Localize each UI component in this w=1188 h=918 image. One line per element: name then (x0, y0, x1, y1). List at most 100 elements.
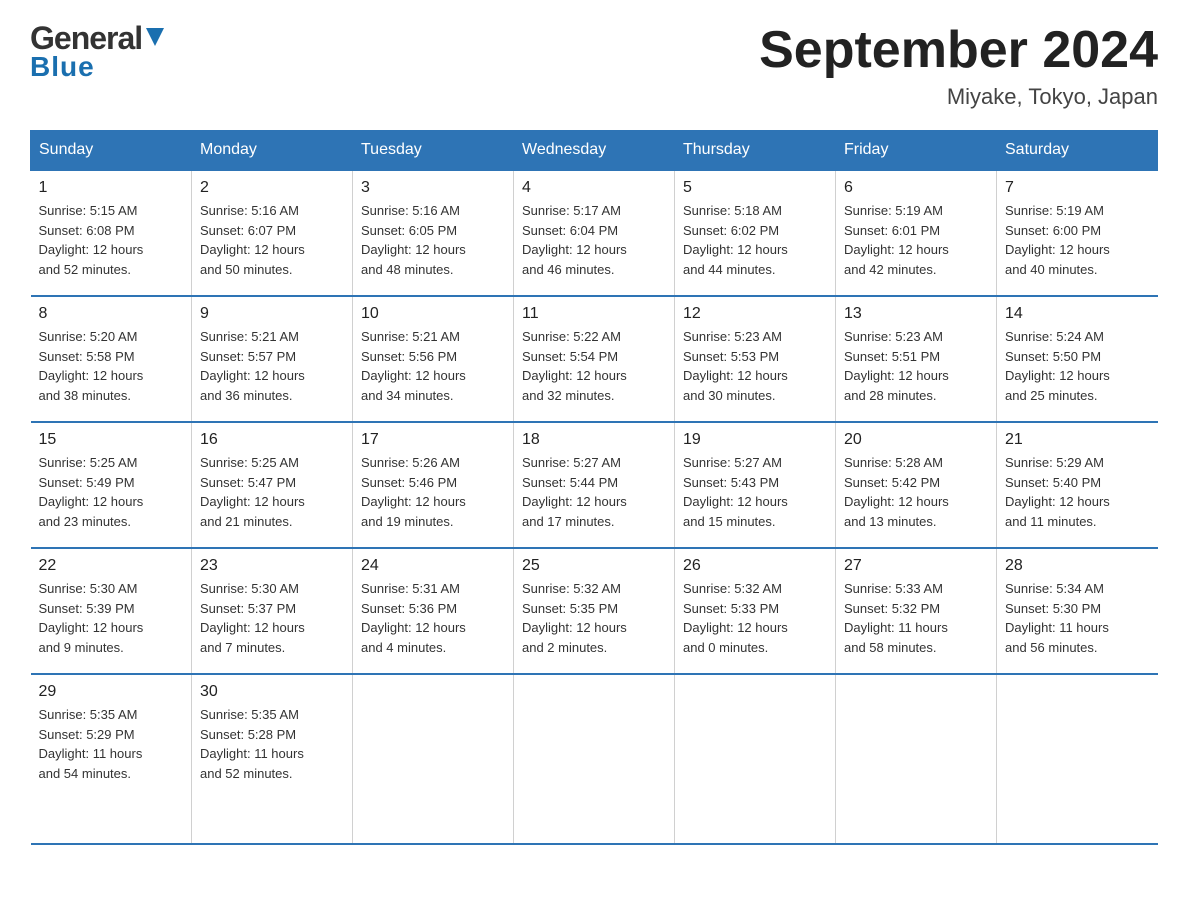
calendar-week-row: 29 Sunrise: 5:35 AM Sunset: 5:29 PM Dayli… (31, 674, 1158, 844)
day-info: Sunrise: 5:32 AM Sunset: 5:35 PM Dayligh… (522, 579, 666, 657)
calendar-cell (353, 674, 514, 844)
calendar-cell: 29 Sunrise: 5:35 AM Sunset: 5:29 PM Dayli… (31, 674, 192, 844)
calendar-subtitle: Miyake, Tokyo, Japan (759, 84, 1158, 110)
calendar-cell: 22 Sunrise: 5:30 AM Sunset: 5:39 PM Dayli… (31, 548, 192, 674)
logo: General Blue (30, 20, 166, 83)
day-info: Sunrise: 5:27 AM Sunset: 5:43 PM Dayligh… (683, 453, 827, 531)
header-thursday: Thursday (675, 131, 836, 171)
day-number: 11 (522, 305, 666, 323)
title-block: September 2024 Miyake, Tokyo, Japan (759, 20, 1158, 110)
day-number: 14 (1005, 305, 1150, 323)
day-info: Sunrise: 5:29 AM Sunset: 5:40 PM Dayligh… (1005, 453, 1150, 531)
calendar-cell: 30 Sunrise: 5:35 AM Sunset: 5:28 PM Dayli… (192, 674, 353, 844)
day-info: Sunrise: 5:35 AM Sunset: 5:29 PM Dayligh… (39, 705, 184, 783)
day-number: 7 (1005, 179, 1150, 197)
day-info: Sunrise: 5:16 AM Sunset: 6:07 PM Dayligh… (200, 201, 344, 279)
calendar-header-row: Sunday Monday Tuesday Wednesday Thursday… (31, 131, 1158, 171)
day-number: 5 (683, 179, 827, 197)
calendar-week-row: 8 Sunrise: 5:20 AM Sunset: 5:58 PM Daylig… (31, 296, 1158, 422)
day-number: 3 (361, 179, 505, 197)
calendar-cell: 25 Sunrise: 5:32 AM Sunset: 5:35 PM Dayli… (514, 548, 675, 674)
day-number: 24 (361, 557, 505, 575)
day-info: Sunrise: 5:21 AM Sunset: 5:56 PM Dayligh… (361, 327, 505, 405)
calendar-cell (514, 674, 675, 844)
calendar-cell: 24 Sunrise: 5:31 AM Sunset: 5:36 PM Dayli… (353, 548, 514, 674)
day-number: 9 (200, 305, 344, 323)
day-number: 20 (844, 431, 988, 449)
day-info: Sunrise: 5:25 AM Sunset: 5:47 PM Dayligh… (200, 453, 344, 531)
calendar-cell: 20Sunrise: 5:28 AM Sunset: 5:42 PM Dayli… (836, 422, 997, 548)
calendar-cell (836, 674, 997, 844)
day-number: 1 (39, 179, 184, 197)
calendar-cell: 8 Sunrise: 5:20 AM Sunset: 5:58 PM Daylig… (31, 296, 192, 422)
day-number: 8 (39, 305, 184, 323)
day-info: Sunrise: 5:33 AM Sunset: 5:32 PM Dayligh… (844, 579, 988, 657)
calendar-week-row: 22 Sunrise: 5:30 AM Sunset: 5:39 PM Dayli… (31, 548, 1158, 674)
day-number: 25 (522, 557, 666, 575)
day-number: 21 (1005, 431, 1150, 449)
day-number: 2 (200, 179, 344, 197)
day-info: Sunrise: 5:35 AM Sunset: 5:28 PM Dayligh… (200, 705, 344, 783)
day-info: Sunrise: 5:15 AM Sunset: 6:08 PM Dayligh… (39, 201, 184, 279)
calendar-cell (675, 674, 836, 844)
day-number: 16 (200, 431, 344, 449)
calendar-table: Sunday Monday Tuesday Wednesday Thursday… (30, 130, 1158, 845)
day-number: 23 (200, 557, 344, 575)
day-number: 19 (683, 431, 827, 449)
day-info: Sunrise: 5:23 AM Sunset: 5:53 PM Dayligh… (683, 327, 827, 405)
calendar-cell: 27 Sunrise: 5:33 AM Sunset: 5:32 PM Dayli… (836, 548, 997, 674)
page-header: General Blue September 2024 Miyake, Toky… (30, 20, 1158, 110)
day-info: Sunrise: 5:20 AM Sunset: 5:58 PM Dayligh… (39, 327, 184, 405)
day-number: 10 (361, 305, 505, 323)
calendar-cell: 17Sunrise: 5:26 AM Sunset: 5:46 PM Dayli… (353, 422, 514, 548)
header-friday: Friday (836, 131, 997, 171)
day-info: Sunrise: 5:19 AM Sunset: 6:01 PM Dayligh… (844, 201, 988, 279)
calendar-cell: 6 Sunrise: 5:19 AM Sunset: 6:01 PM Daylig… (836, 170, 997, 296)
calendar-week-row: 15 Sunrise: 5:25 AM Sunset: 5:49 PM Dayli… (31, 422, 1158, 548)
day-info: Sunrise: 5:19 AM Sunset: 6:00 PM Dayligh… (1005, 201, 1150, 279)
day-info: Sunrise: 5:17 AM Sunset: 6:04 PM Dayligh… (522, 201, 666, 279)
calendar-cell: 11 Sunrise: 5:22 AM Sunset: 5:54 PM Dayli… (514, 296, 675, 422)
calendar-week-row: 1 Sunrise: 5:15 AM Sunset: 6:08 PM Daylig… (31, 170, 1158, 296)
day-info: Sunrise: 5:16 AM Sunset: 6:05 PM Dayligh… (361, 201, 505, 279)
day-number: 29 (39, 683, 184, 701)
header-saturday: Saturday (997, 131, 1158, 171)
day-info: Sunrise: 5:31 AM Sunset: 5:36 PM Dayligh… (361, 579, 505, 657)
logo-triangle-icon (144, 26, 166, 48)
day-info: Sunrise: 5:23 AM Sunset: 5:51 PM Dayligh… (844, 327, 988, 405)
day-number: 13 (844, 305, 988, 323)
logo-blue: Blue (30, 51, 95, 83)
day-number: 27 (844, 557, 988, 575)
calendar-cell: 2 Sunrise: 5:16 AM Sunset: 6:07 PM Daylig… (192, 170, 353, 296)
day-number: 12 (683, 305, 827, 323)
day-number: 6 (844, 179, 988, 197)
day-number: 28 (1005, 557, 1150, 575)
day-number: 26 (683, 557, 827, 575)
day-number: 22 (39, 557, 184, 575)
day-info: Sunrise: 5:21 AM Sunset: 5:57 PM Dayligh… (200, 327, 344, 405)
calendar-cell: 3 Sunrise: 5:16 AM Sunset: 6:05 PM Daylig… (353, 170, 514, 296)
day-number: 30 (200, 683, 344, 701)
header-tuesday: Tuesday (353, 131, 514, 171)
calendar-cell: 15 Sunrise: 5:25 AM Sunset: 5:49 PM Dayli… (31, 422, 192, 548)
calendar-cell: 16 Sunrise: 5:25 AM Sunset: 5:47 PM Dayli… (192, 422, 353, 548)
day-info: Sunrise: 5:24 AM Sunset: 5:50 PM Dayligh… (1005, 327, 1150, 405)
day-number: 15 (39, 431, 184, 449)
header-wednesday: Wednesday (514, 131, 675, 171)
calendar-cell: 14 Sunrise: 5:24 AM Sunset: 5:50 PM Dayli… (997, 296, 1158, 422)
calendar-cell: 21 Sunrise: 5:29 AM Sunset: 5:40 PM Dayli… (997, 422, 1158, 548)
day-number: 4 (522, 179, 666, 197)
calendar-cell (997, 674, 1158, 844)
calendar-cell: 18Sunrise: 5:27 AM Sunset: 5:44 PM Dayli… (514, 422, 675, 548)
calendar-cell: 9 Sunrise: 5:21 AM Sunset: 5:57 PM Daylig… (192, 296, 353, 422)
calendar-cell: 23Sunrise: 5:30 AM Sunset: 5:37 PM Dayli… (192, 548, 353, 674)
day-info: Sunrise: 5:32 AM Sunset: 5:33 PM Dayligh… (683, 579, 827, 657)
day-info: Sunrise: 5:22 AM Sunset: 5:54 PM Dayligh… (522, 327, 666, 405)
day-info: Sunrise: 5:34 AM Sunset: 5:30 PM Dayligh… (1005, 579, 1150, 657)
day-info: Sunrise: 5:25 AM Sunset: 5:49 PM Dayligh… (39, 453, 184, 531)
day-info: Sunrise: 5:18 AM Sunset: 6:02 PM Dayligh… (683, 201, 827, 279)
day-info: Sunrise: 5:30 AM Sunset: 5:39 PM Dayligh… (39, 579, 184, 657)
header-monday: Monday (192, 131, 353, 171)
calendar-cell: 13 Sunrise: 5:23 AM Sunset: 5:51 PM Dayli… (836, 296, 997, 422)
calendar-cell: 28 Sunrise: 5:34 AM Sunset: 5:30 PM Dayli… (997, 548, 1158, 674)
